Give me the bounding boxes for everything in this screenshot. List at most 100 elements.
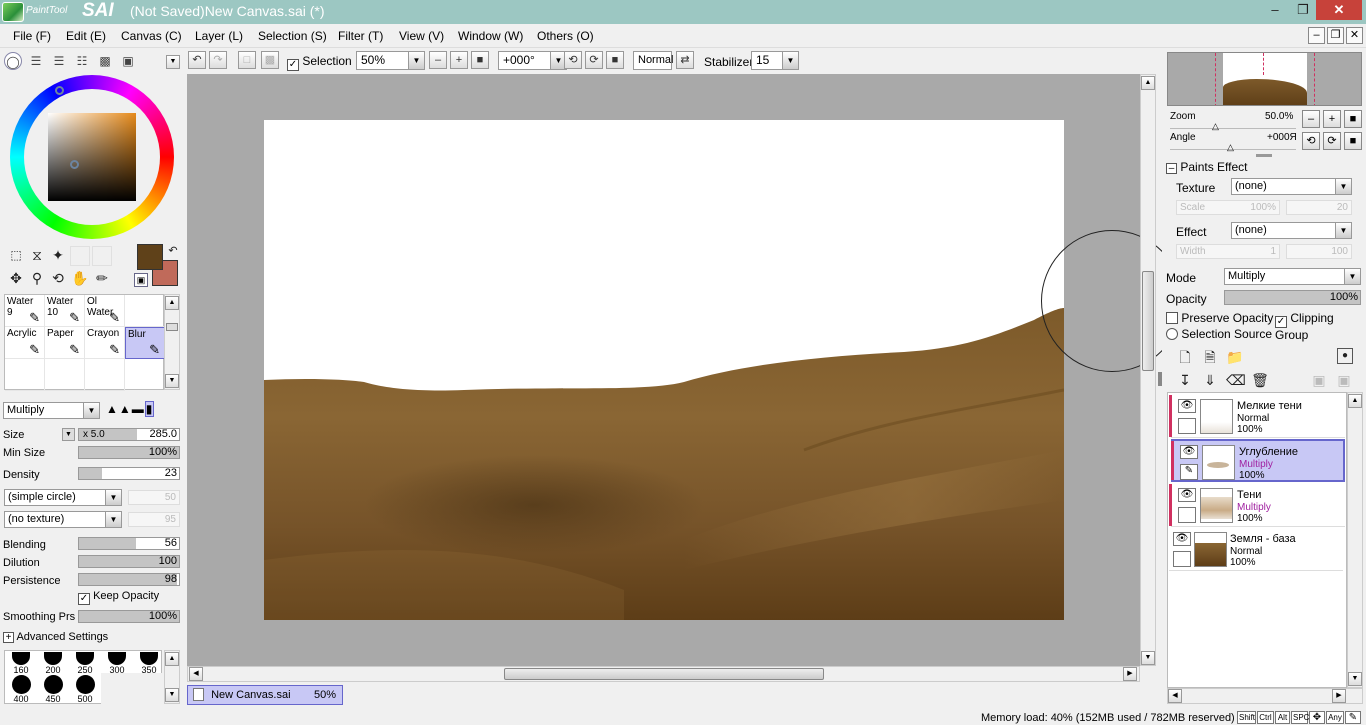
new-vector-layer-icon[interactable]: 🗎 bbox=[1201, 348, 1219, 366]
size-preset-160[interactable]: 160 bbox=[5, 652, 37, 675]
nav-rotate-reset-icon[interactable]: ■ bbox=[1344, 132, 1362, 150]
size-preset-300[interactable]: 300 bbox=[101, 652, 133, 675]
nav-zoom-slider[interactable]: △ bbox=[1170, 117, 1296, 132]
visibility-eye-icon[interactable]: 👁 bbox=[1180, 445, 1198, 459]
magic-wand-icon[interactable]: ✦ bbox=[49, 246, 67, 264]
paints-effect-header[interactable]: – Paints Effect bbox=[1166, 160, 1248, 174]
size-slider[interactable]: x 5.0 285.0 bbox=[78, 428, 180, 441]
rotate-reset-icon[interactable]: ■ bbox=[606, 51, 624, 69]
checkbox-checked-icon[interactable]: ✓ bbox=[1275, 316, 1287, 328]
preserve-opacity-checkbox[interactable]: Preserve Opacity bbox=[1166, 311, 1273, 325]
shape-flat-icon[interactable]: ▮ bbox=[144, 401, 155, 417]
brush-grid-scrollbar[interactable]: ▲ ▼ bbox=[164, 294, 180, 390]
collapse-minus-icon[interactable]: – bbox=[1166, 163, 1177, 174]
slider-thumb-icon[interactable]: △ bbox=[1212, 121, 1219, 132]
density-slider[interactable]: 23 bbox=[78, 467, 180, 480]
menu-layer[interactable]: Layer (L) bbox=[195, 29, 243, 43]
scroll-left-icon[interactable]: ◀ bbox=[189, 667, 203, 681]
minimize-button[interactable]: – bbox=[1262, 0, 1288, 20]
brush-water-9[interactable]: Water 9 ✎ bbox=[5, 295, 45, 327]
layer-item[interactable]: 👁 Мелкие тени Normal 100% bbox=[1169, 395, 1345, 438]
clear-layer-icon[interactable]: ⌫ bbox=[1226, 371, 1246, 389]
menu-file[interactable]: File (F) bbox=[13, 29, 51, 43]
hsv-slider-tab-icon[interactable]: ☰ bbox=[49, 52, 69, 70]
flip-canvas-icon[interactable]: ⇄ bbox=[676, 51, 694, 69]
invert-selection-icon[interactable]: ▩ bbox=[261, 51, 279, 69]
brush-blur[interactable]: Blur ✎ bbox=[125, 327, 165, 359]
stabilizer-select[interactable]: 15 ▼ bbox=[751, 51, 799, 70]
canvas-artwork[interactable] bbox=[264, 120, 1064, 620]
brush-texture-select[interactable]: (no texture) ▼ bbox=[4, 511, 122, 528]
size-preset-200[interactable]: 200 bbox=[37, 652, 69, 675]
panel-menu-icon[interactable]: ▼ bbox=[166, 55, 180, 69]
nav-rotate-left-icon[interactable]: ⟲ bbox=[1302, 132, 1320, 150]
rotate-left-icon[interactable]: ⟲ bbox=[564, 51, 582, 69]
keep-opacity-checkbox[interactable]: ✓ Keep Opacity bbox=[78, 590, 159, 605]
size-preset-400[interactable]: 400 bbox=[5, 675, 37, 704]
scroll-up-icon[interactable]: ▲ bbox=[165, 296, 179, 310]
color-list-tab-icon[interactable]: ☷ bbox=[72, 52, 92, 70]
scroll-thumb[interactable] bbox=[504, 668, 824, 680]
swap-colors-icon[interactable]: ↶ bbox=[164, 242, 182, 260]
brush-blend-mode-select[interactable]: Multiply ▼ bbox=[3, 402, 100, 419]
layer-item[interactable]: 👁 Тени Multiply 100% bbox=[1169, 484, 1345, 527]
zoom-select[interactable]: 50% ▼ bbox=[356, 51, 425, 70]
zoom-icon[interactable]: ⚲ bbox=[28, 269, 46, 287]
layer-lock-slot[interactable] bbox=[1178, 418, 1196, 434]
brush-ol-water[interactable]: Ol Water ✎ bbox=[85, 295, 125, 327]
brush-active-icon[interactable]: ✎ bbox=[1180, 464, 1198, 480]
layer-opacity-slider[interactable]: 100% bbox=[1224, 290, 1361, 305]
foreground-color-swatch[interactable] bbox=[137, 244, 163, 270]
mdi-minimize-icon[interactable]: – bbox=[1308, 27, 1325, 44]
canvas-horizontal-scrollbar[interactable]: ◀ ▶ bbox=[187, 666, 1140, 682]
rgb-slider-tab-icon[interactable]: ☰ bbox=[26, 52, 46, 70]
pe-texture-select[interactable]: (none) ▼ bbox=[1231, 178, 1352, 195]
selection-source-radio[interactable]: Selection Source bbox=[1166, 327, 1272, 341]
mdi-restore-icon[interactable]: ❐ bbox=[1327, 27, 1344, 44]
clipping-group-checkbox[interactable]: ✓ Clipping Group bbox=[1275, 311, 1366, 342]
size-preset-350[interactable]: 350 bbox=[133, 652, 165, 675]
expand-plus-icon[interactable]: + bbox=[3, 632, 14, 643]
menu-edit[interactable]: Edit (E) bbox=[66, 29, 106, 43]
move-icon[interactable]: ✥ bbox=[7, 269, 25, 287]
scroll-thumb[interactable] bbox=[166, 323, 178, 331]
zoom-out-icon[interactable]: – bbox=[429, 51, 447, 69]
brush-shape-select[interactable]: (simple circle) ▼ bbox=[4, 489, 122, 506]
close-button[interactable]: ✕ bbox=[1316, 0, 1362, 20]
visibility-eye-icon[interactable]: 👁 bbox=[1178, 399, 1196, 413]
rect-select-icon[interactable]: ⬚ bbox=[7, 246, 25, 264]
visibility-eye-icon[interactable]: 👁 bbox=[1178, 488, 1196, 502]
scroll-right-icon[interactable]: ▶ bbox=[1123, 667, 1137, 681]
maximize-button[interactable]: ❐ bbox=[1290, 0, 1316, 20]
scroll-thumb[interactable] bbox=[1142, 271, 1154, 371]
size-multiplier-dropdown-icon[interactable]: ▼ bbox=[62, 428, 75, 441]
merge-mask-icon[interactable]: ▣ bbox=[1335, 371, 1353, 389]
sv-marker[interactable] bbox=[70, 160, 79, 169]
panel-splitter-handle[interactable] bbox=[1256, 154, 1272, 157]
shape-medium-icon[interactable]: ▲ bbox=[119, 402, 132, 416]
size-preset-500[interactable]: 500 bbox=[69, 675, 101, 704]
brush-paper[interactable]: Paper ✎ bbox=[45, 327, 85, 359]
min-size-slider[interactable]: 100% bbox=[78, 446, 180, 459]
nav-zoom-reset-icon[interactable]: ■ bbox=[1344, 110, 1362, 128]
blending-slider[interactable]: 56 bbox=[78, 537, 180, 550]
rotate-icon[interactable]: ⟲ bbox=[49, 269, 67, 287]
radio-unchecked-icon[interactable] bbox=[1166, 328, 1178, 340]
swatches-tab-icon[interactable]: ▩ bbox=[95, 52, 115, 70]
scroll-down-icon[interactable]: ▼ bbox=[165, 374, 179, 388]
menu-view[interactable]: View (V) bbox=[399, 29, 444, 43]
deselect-icon[interactable]: □ bbox=[238, 51, 256, 69]
layer-list-hscrollbar[interactable]: ◀ ▶ bbox=[1167, 688, 1363, 704]
size-preset-250[interactable]: 250 bbox=[69, 652, 101, 675]
scratchpad-tab-icon[interactable]: ▣ bbox=[118, 52, 138, 70]
size-presets-scrollbar[interactable]: ▲ ▼ bbox=[164, 650, 180, 704]
nav-angle-slider[interactable]: △ bbox=[1170, 138, 1296, 152]
pe-effect-select[interactable]: (none) ▼ bbox=[1231, 222, 1352, 239]
apply-mask-icon[interactable]: ▣ bbox=[1310, 371, 1328, 389]
scroll-up-icon[interactable]: ▲ bbox=[165, 652, 179, 666]
nav-zoom-out-icon[interactable]: – bbox=[1302, 110, 1320, 128]
new-layer-icon[interactable]: 🗋 bbox=[1176, 348, 1194, 366]
rotation-select[interactable]: +000° ▼ bbox=[498, 51, 567, 70]
scroll-down-icon[interactable]: ▼ bbox=[1141, 651, 1155, 665]
checkbox-checked-icon[interactable]: ✓ bbox=[78, 593, 90, 605]
